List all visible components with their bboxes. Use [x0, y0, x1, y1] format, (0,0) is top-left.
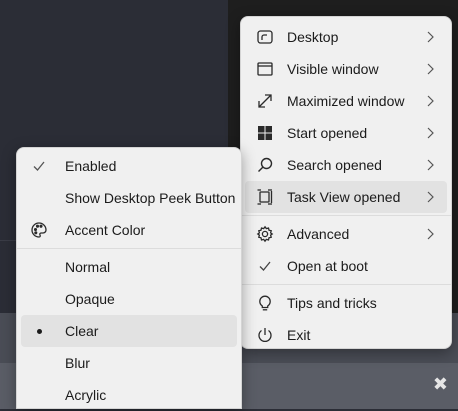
menu-item-label: Desktop — [287, 29, 339, 45]
menu-item-desktop[interactable]: Desktop — [245, 21, 447, 53]
submenu-item-label: Opaque — [65, 291, 115, 307]
menu-separator — [241, 215, 451, 216]
menu-item-maximized-window[interactable]: Maximized window — [245, 85, 447, 117]
submenu-item-label: Accent Color — [65, 222, 146, 238]
chevron-right-icon — [427, 63, 434, 75]
menu-item-start-opened[interactable]: Start opened — [245, 117, 447, 149]
window-icon — [255, 59, 275, 79]
menu-item-label: Visible window — [287, 61, 379, 77]
submenu-item-acrylic[interactable]: Acrylic — [21, 379, 237, 411]
checkmark-icon — [29, 156, 49, 176]
menu-item-advanced[interactable]: Advanced — [245, 218, 447, 250]
chevron-right-icon — [427, 159, 434, 171]
chevron-right-icon — [427, 127, 434, 139]
chevron-right-icon — [427, 191, 434, 203]
close-icon[interactable]: ✖ — [433, 375, 448, 393]
submenu-item-clear[interactable]: Clear — [21, 315, 237, 347]
menu-item-label: Task View opened — [287, 189, 401, 205]
windows-logo-icon — [255, 123, 275, 143]
menu-item-label: Advanced — [287, 226, 350, 242]
submenu-item-label: Blur — [65, 355, 90, 371]
submenu-item-accent-color[interactable]: Accent Color — [21, 214, 237, 246]
menu-item-label: Open at boot — [287, 258, 368, 274]
checkmark-icon — [255, 256, 275, 276]
bullet-icon — [29, 321, 49, 341]
main-context-menu: Desktop Visible window Maximized window … — [240, 16, 452, 349]
submenu-item-label: Enabled — [65, 158, 117, 174]
submenu-item-show-desktop-peek-button[interactable]: Show Desktop Peek Button — [21, 182, 237, 214]
menu-item-visible-window[interactable]: Visible window — [245, 53, 447, 85]
chevron-right-icon — [427, 228, 434, 240]
task-view-icon — [255, 187, 275, 207]
submenu-item-opaque[interactable]: Opaque — [21, 283, 237, 315]
gear-icon — [255, 224, 275, 244]
power-icon — [255, 325, 275, 345]
submenu-item-label: Clear — [65, 323, 99, 339]
submenu-item-normal[interactable]: Normal — [21, 251, 237, 283]
submenu-item-blur[interactable]: Blur — [21, 347, 237, 379]
search-icon — [255, 155, 275, 175]
submenu-item-label: Acrylic — [65, 387, 107, 403]
menu-item-task-view-opened[interactable]: Task View opened — [245, 181, 447, 213]
menu-item-exit[interactable]: Exit — [245, 319, 447, 351]
chevron-right-icon — [427, 95, 434, 107]
lightbulb-icon — [255, 293, 275, 313]
menu-item-search-opened[interactable]: Search opened — [245, 149, 447, 181]
palette-icon — [29, 220, 49, 240]
menu-item-open-at-boot[interactable]: Open at boot — [245, 250, 447, 282]
menu-item-label: Search opened — [287, 157, 382, 173]
menu-item-label: Exit — [287, 327, 311, 343]
menu-separator — [241, 284, 451, 285]
menu-item-label: Start opened — [287, 125, 368, 141]
submenu-item-label: Normal — [65, 259, 111, 275]
menu-item-tips-and-tricks[interactable]: Tips and tricks — [245, 287, 447, 319]
submenu-item-label: Show Desktop Peek Button — [65, 190, 236, 206]
menu-separator — [17, 248, 241, 249]
chevron-right-icon — [427, 31, 434, 43]
submenu-item-enabled[interactable]: Enabled — [21, 150, 237, 182]
menu-item-label: Tips and tricks — [287, 295, 377, 311]
menu-item-label: Maximized window — [287, 93, 405, 109]
desktop-icon — [255, 27, 275, 47]
maximize-icon — [255, 91, 275, 111]
task-view-submenu: Enabled Show Desktop Peek Button Accent … — [16, 147, 242, 409]
